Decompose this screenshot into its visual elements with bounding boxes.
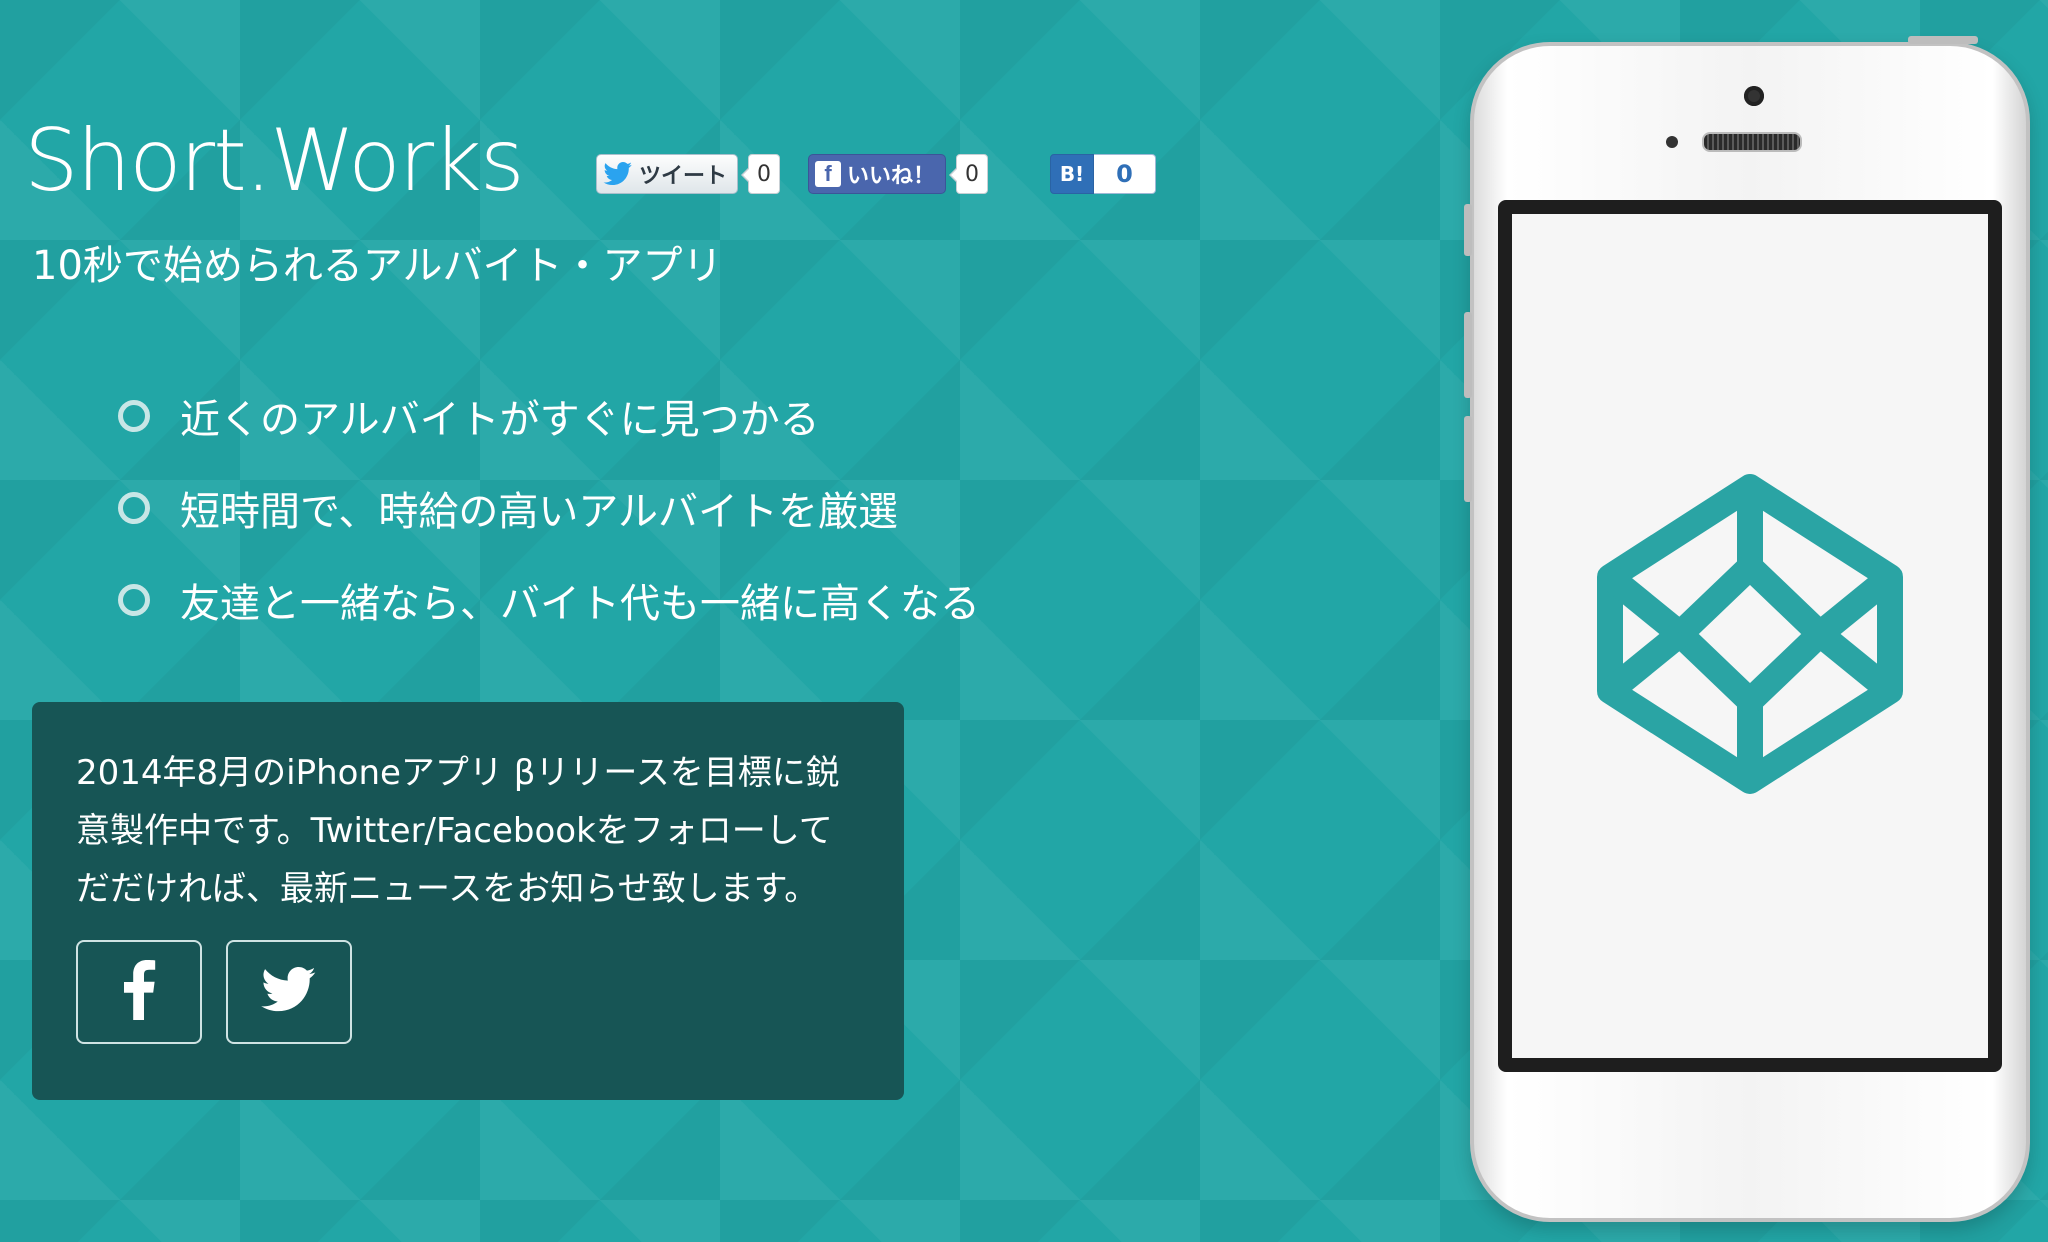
tagline: 10秒で始められるアルバイト・アプリ <box>32 243 723 289</box>
notice-line: だだければ、最新ニュースをお知らせ致します。 <box>76 869 819 909</box>
follow-buttons <box>76 940 376 1044</box>
like-count: 0 <box>949 154 989 194</box>
hatena-bookmark-share: B! 0 <box>1050 153 1156 195</box>
phone-volume-down <box>1464 416 1472 502</box>
hatena-count: 0 <box>1094 154 1156 194</box>
iphone-mockup <box>1464 36 2030 1222</box>
facebook-like-button[interactable]: f いいね！ <box>808 154 947 194</box>
phone-screen <box>1498 200 2002 1072</box>
release-notice-text: 2014年8月のiPhoneアプリ βリリースを目標に鋭 意製作中です。Twit… <box>76 744 866 918</box>
feature-text: 友達と一緒なら、バイト代も一緒に高くなる <box>180 581 980 627</box>
phone-sensor <box>1666 136 1678 148</box>
twitter-bird-icon <box>603 162 633 186</box>
tweet-count: 0 <box>741 154 781 194</box>
twitter-follow-button[interactable] <box>226 940 352 1044</box>
circle-bullet-icon <box>118 492 150 524</box>
circle-bullet-icon <box>118 400 150 432</box>
like-label: いいね！ <box>847 164 936 189</box>
facebook-f-icon: f <box>815 161 841 187</box>
phone-mute-switch <box>1464 204 1472 256</box>
tweet-label: ツイート <box>639 164 728 189</box>
cube-logo-icon <box>1580 469 1920 803</box>
circle-bullet-icon <box>118 584 150 616</box>
feature-text: 近くのアルバイトがすぐに見つかる <box>180 397 820 443</box>
release-notice-panel: 2014年8月のiPhoneアプリ βリリースを目標に鋭 意製作中です。Twit… <box>32 702 904 1100</box>
feature-text: 短時間で、時給の高いアルバイトを厳選 <box>180 489 898 535</box>
facebook-follow-button[interactable] <box>76 940 202 1044</box>
facebook-f-icon <box>122 960 156 1024</box>
phone-speaker <box>1702 132 1802 152</box>
notice-line: 2014年8月のiPhoneアプリ βリリースを目標に鋭 <box>76 753 840 793</box>
phone-volume-up <box>1464 312 1472 398</box>
feature-item: 友達と一緒なら、バイト代も一緒に高くなる <box>118 554 980 646</box>
feature-item: 短時間で、時給の高いアルバイトを厳選 <box>118 462 980 554</box>
twitter-bird-icon <box>261 967 317 1017</box>
feature-item: 近くのアルバイトがすぐに見つかる <box>118 370 980 462</box>
tweet-button[interactable]: ツイート <box>596 154 739 194</box>
hatena-bookmark-button[interactable]: B! <box>1050 154 1094 194</box>
phone-power-button <box>1908 36 1978 44</box>
tweet-share: ツイート 0 <box>596 153 781 195</box>
notice-line: 意製作中です。Twitter/Facebookをフォローして <box>76 811 833 851</box>
facebook-like-share: f いいね！ 0 <box>808 153 989 195</box>
phone-front-camera <box>1744 86 1764 106</box>
site-title: Short.Works <box>24 111 525 211</box>
feature-list: 近くのアルバイトがすぐに見つかる 短時間で、時給の高いアルバイトを厳選 友達と一… <box>118 370 980 646</box>
